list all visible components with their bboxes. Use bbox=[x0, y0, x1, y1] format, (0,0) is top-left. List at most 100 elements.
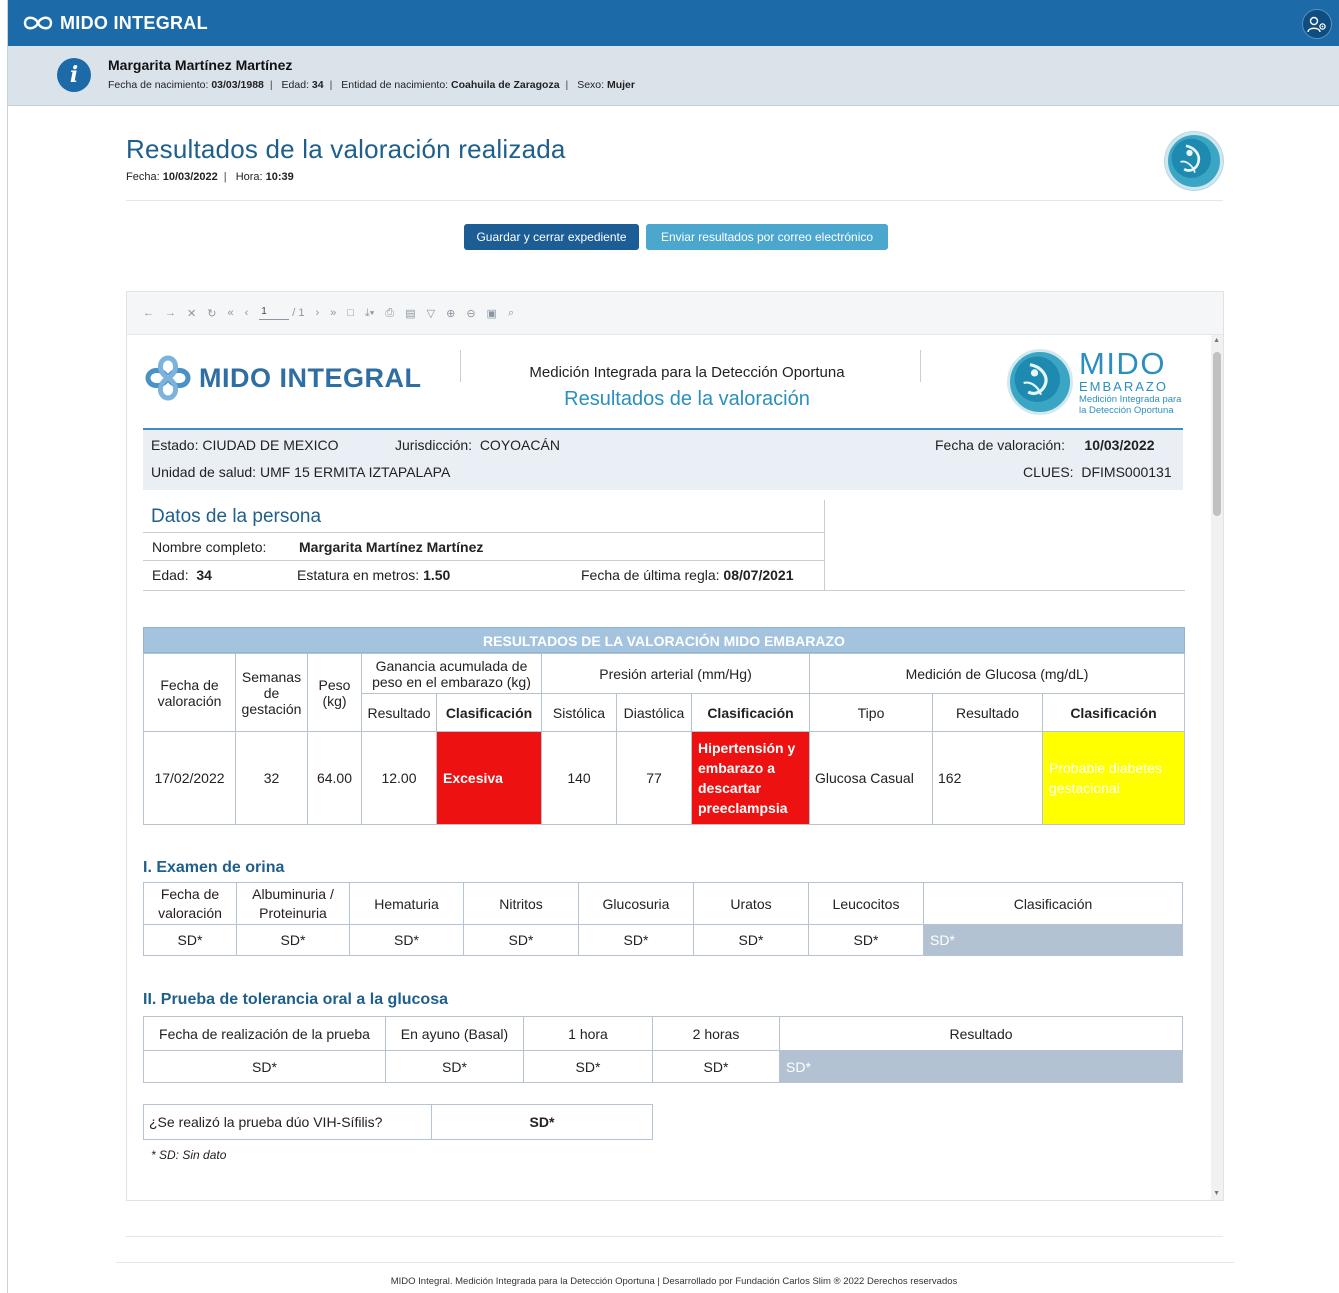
emb-subtitle: EMBARAZO bbox=[1079, 379, 1168, 394]
page-number-input[interactable]: 1 bbox=[259, 306, 290, 320]
divider bbox=[920, 350, 921, 382]
report-logo-text: MIDO INTEGRAL bbox=[199, 362, 422, 393]
col-semanas: Semanas de gestación bbox=[235, 653, 308, 732]
col-glucosa-resultado: Resultado bbox=[932, 693, 1043, 732]
save-close-button[interactable]: Guardar y cerrar expediente bbox=[464, 224, 639, 250]
refresh-icon[interactable]: ↻ bbox=[207, 307, 216, 320]
col-glucosa: Medición de Glucosa (mg/dL) bbox=[809, 653, 1185, 694]
fecha-valoracion-value: 10/03/2022 bbox=[1084, 437, 1155, 453]
ptog-col-1h: 1 hora bbox=[523, 1016, 653, 1051]
vih-label: ¿Se realizó la prueba dúo VIH-Sífilis? bbox=[143, 1104, 432, 1140]
estado-field: Estado: CIUDAD DE MEXICO bbox=[151, 437, 339, 453]
dob-label: Fecha de nacimiento: bbox=[108, 79, 209, 91]
divider bbox=[126, 200, 1223, 201]
ptog-cell: SD* bbox=[385, 1050, 524, 1083]
col-glucosa-tipo: Tipo bbox=[809, 693, 933, 732]
cell-semanas: 32 bbox=[235, 731, 308, 825]
sex-label: Sexo: bbox=[577, 79, 605, 91]
datos-persona-title: Datos de la persona bbox=[151, 506, 322, 527]
undo-icon[interactable]: ← bbox=[143, 307, 154, 319]
ptog-cell: SD* bbox=[652, 1050, 780, 1083]
col-presion: Presión arterial (mm/Hg) bbox=[541, 653, 810, 694]
cell-glucosa-resultado: 162 bbox=[932, 731, 1043, 825]
orina-col-hematuria: Hematuria bbox=[349, 882, 464, 925]
stop-icon[interactable]: ✕ bbox=[187, 307, 196, 320]
date-label: Fecha: bbox=[126, 171, 160, 183]
redo-icon[interactable]: → bbox=[165, 307, 176, 319]
nombre-field: Nombre completo: bbox=[152, 539, 266, 555]
fur-field: Fecha de última regla: 08/07/2021 bbox=[581, 567, 794, 583]
report-header-line2: Resultados de la valoración bbox=[564, 388, 810, 410]
unidad-label: Unidad de salud: bbox=[151, 464, 257, 480]
time-value: 10:39 bbox=[265, 171, 294, 183]
cell-ganancia: 12.00 bbox=[361, 731, 437, 825]
cell-glucosa-tipo: Glucosa Casual bbox=[809, 731, 933, 825]
zoom-out-icon[interactable]: ⊖ bbox=[466, 307, 475, 320]
scroll-up-icon[interactable]: ▲ bbox=[1213, 337, 1220, 344]
document-icon[interactable]: □ bbox=[347, 307, 354, 319]
jurisdiccion-field: Jurisdicción: COYOACÁN bbox=[395, 437, 560, 453]
zoom-in-icon[interactable]: ⊕ bbox=[446, 307, 455, 320]
dob-value: 03/03/1988 bbox=[211, 79, 264, 91]
age-value: 34 bbox=[311, 79, 324, 91]
results-banner: RESULTADOS DE LA VALORACIÓN MIDO EMBARAZ… bbox=[143, 627, 1185, 653]
cell-sistolica: 140 bbox=[541, 731, 617, 825]
vih-value: SD* bbox=[431, 1104, 653, 1140]
first-page-icon[interactable]: « bbox=[227, 307, 233, 319]
orina-col-fecha: Fecha de valoración bbox=[143, 882, 237, 925]
nombre-label: Nombre completo: bbox=[152, 539, 267, 555]
col-sistolica: Sistólica bbox=[541, 693, 617, 732]
orina-cell: SD* bbox=[808, 924, 924, 956]
estado-value: CIUDAD DE MEXICO bbox=[202, 437, 339, 453]
prev-page-icon[interactable]: ‹ bbox=[245, 307, 249, 319]
print-icon[interactable]: ⎙ bbox=[385, 307, 394, 320]
emb-tagline-2: la Detección Oportuna bbox=[1079, 404, 1174, 416]
view-icon[interactable]: ▣ bbox=[487, 307, 497, 320]
orina-title: I. Examen de orina bbox=[143, 859, 285, 876]
scrollbar-thumb[interactable] bbox=[1213, 352, 1221, 516]
estatura-label: Estatura en metros: bbox=[297, 567, 420, 583]
fecha-valoracion-field: Fecha de valoración: 10/03/2022 bbox=[935, 437, 1155, 453]
next-page-icon[interactable]: › bbox=[315, 307, 319, 319]
table-row: 17/02/2022 32 64.00 12.00 Excesiva 140 7… bbox=[143, 731, 1185, 825]
export-icon[interactable]: ⤓▾ bbox=[365, 307, 374, 320]
app-title: MIDO INTEGRAL bbox=[60, 12, 208, 33]
filter-icon[interactable]: ▽ bbox=[427, 307, 435, 320]
col-ganancia: Ganancia acumulada de peso en el embaraz… bbox=[361, 653, 542, 694]
ptog-col-2h: 2 horas bbox=[652, 1016, 780, 1051]
time-label: Hora: bbox=[235, 171, 263, 183]
col-fecha: Fecha de valoración bbox=[143, 653, 236, 732]
divider bbox=[126, 1236, 1223, 1237]
user-gear-icon bbox=[1307, 16, 1326, 33]
brand-logo[interactable]: MIDO INTEGRAL bbox=[22, 10, 208, 36]
orina-cell: SD* bbox=[143, 924, 237, 956]
clues-value: DFIMS000131 bbox=[1081, 464, 1172, 480]
info-icon[interactable]: i bbox=[57, 58, 91, 92]
scroll-down-icon[interactable]: ▼ bbox=[1213, 1190, 1220, 1197]
viewer-toolbar: ← → ✕ ↻ « ‹ 1 / 1 › » □ ⤓▾ ⎙ ▤ ▽ ⊕ ⊖ ▣ ⌕ bbox=[127, 292, 1223, 335]
results-banner-title: RESULTADOS DE LA VALORACIÓN MIDO EMBARAZ… bbox=[143, 627, 1185, 653]
col-ganancia-clasificacion: Clasificación bbox=[436, 693, 542, 732]
nombre-value: Margarita Martínez Martínez bbox=[299, 539, 483, 555]
table-row: ¿Se realizó la prueba dúo VIH-Sífilis? S… bbox=[143, 1104, 653, 1140]
orina-col-uratos: Uratos bbox=[693, 882, 809, 925]
ptog-cell: SD* bbox=[143, 1050, 386, 1083]
estatura-field: Estatura en metros: 1.50 bbox=[297, 567, 450, 583]
page-meta: Fecha: 10/03/2022 | Hora: 10:39 bbox=[126, 171, 294, 183]
jurisdiccion-value: COYOACÁN bbox=[479, 437, 560, 453]
search-icon[interactable]: ⌕ bbox=[508, 307, 514, 320]
clues-label: CLUES: bbox=[1023, 464, 1074, 480]
page-setup-icon[interactable]: ▤ bbox=[405, 307, 415, 320]
page-total: / 1 bbox=[292, 307, 305, 319]
email-results-button[interactable]: Enviar resultados por correo electrónico bbox=[646, 224, 888, 250]
orina-table: Fecha de valoración Albuminuria / Protei… bbox=[143, 882, 1183, 956]
last-page-icon[interactable]: » bbox=[330, 307, 336, 319]
results-table: Fecha de valoración Semanas de gestación… bbox=[143, 653, 1185, 825]
entity-value: Coahuila de Zaragoza bbox=[451, 79, 560, 91]
user-settings-button[interactable] bbox=[1302, 9, 1332, 39]
jurisdiccion-label: Jurisdicción: bbox=[395, 437, 473, 453]
col-presion-clasificacion-text: Clasificación bbox=[707, 704, 794, 721]
cell-fecha: 17/02/2022 bbox=[143, 731, 236, 825]
cell-ganancia-clasificacion: Excesiva bbox=[436, 731, 542, 825]
app-frame: MIDO INTEGRAL i Margarita Martínez Martí… bbox=[7, 0, 1339, 1293]
